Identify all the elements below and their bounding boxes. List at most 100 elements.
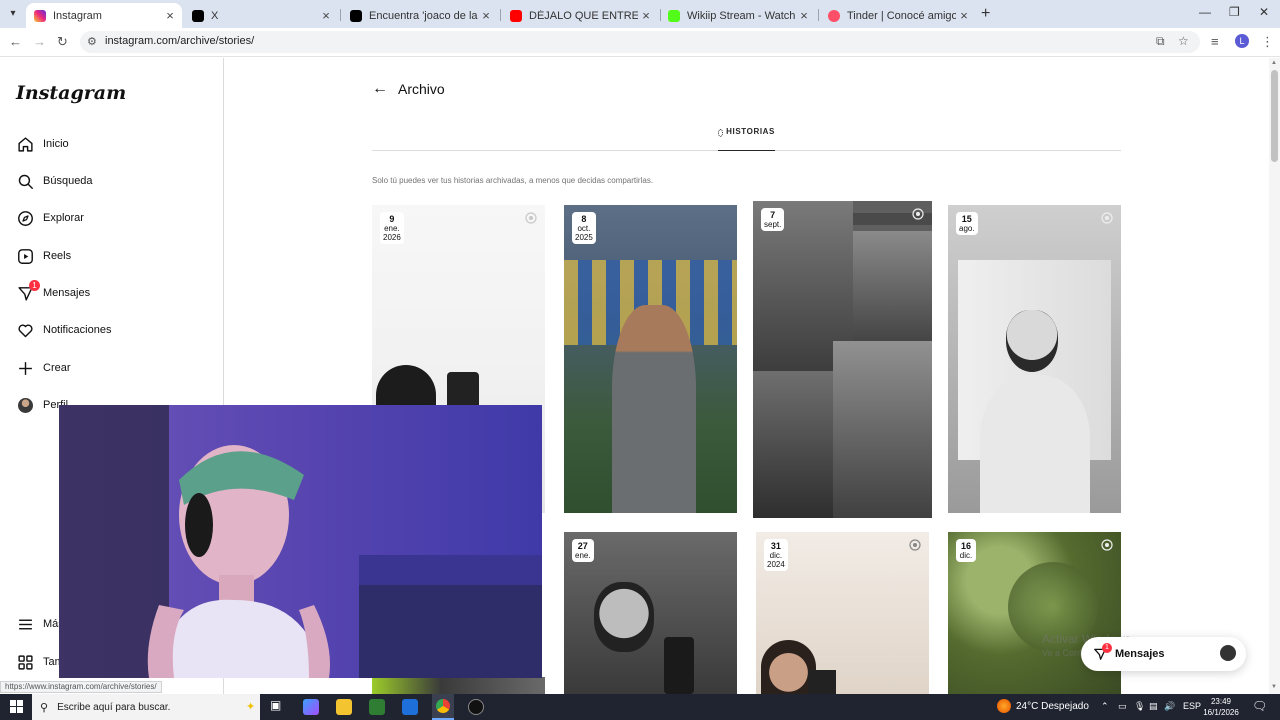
story-date-badge: 31 dic. 2024 <box>764 539 788 571</box>
messages-label: Mensajes <box>1115 648 1165 660</box>
webcam-video-image <box>59 405 542 678</box>
highlight-icon <box>1101 212 1113 224</box>
sidebar-item-inicio[interactable]: Inicio <box>16 132 69 156</box>
story-date-badge: 16 dic. <box>956 539 976 562</box>
language-indicator[interactable]: ESP <box>1183 701 1201 711</box>
close-icon[interactable]: × <box>638 8 654 23</box>
scroll-up-icon[interactable]: ▲ <box>1271 60 1277 66</box>
address-bar[interactable]: ⚙ instagram.com/archive/stories/ ⧉ ☆ <box>80 31 1200 53</box>
close-icon[interactable]: × <box>318 8 334 23</box>
network-icon[interactable]: ▤ <box>1149 701 1158 712</box>
file-explorer-icon[interactable] <box>336 699 352 715</box>
notifications-icon[interactable]: 🗨 <box>1252 699 1267 713</box>
notification-badge: 1 <box>29 280 40 291</box>
tray-chevron-icon[interactable]: ⌃ <box>1101 701 1109 712</box>
scroll-down-icon[interactable]: ▼ <box>1271 684 1277 690</box>
url-text[interactable]: instagram.com/archive/stories/ <box>105 35 254 47</box>
forward-icon[interactable]: → <box>33 34 46 49</box>
story-tile[interactable]: 27 ene. <box>564 532 737 694</box>
tab-historias[interactable]: HISTORIAS <box>718 127 775 151</box>
obs-icon[interactable] <box>468 699 484 715</box>
close-icon[interactable]: × <box>162 8 178 23</box>
sidebar-item-explorar[interactable]: Explorar <box>16 206 84 230</box>
browser-tab[interactable]: Instagram × <box>26 3 182 28</box>
browser-tab[interactable]: X × <box>184 3 338 28</box>
plus-icon <box>16 359 34 377</box>
close-window-icon[interactable]: ✕ <box>1259 5 1269 19</box>
browser-tab-strip: ▾ Instagram × X × Encuentra 'joaco de la… <box>0 0 1280 28</box>
browser-tab[interactable]: Wikiip Stream - Watch Live on × <box>660 3 816 28</box>
tab-divider <box>340 9 341 21</box>
close-icon[interactable]: × <box>478 8 494 23</box>
profile-avatar[interactable]: L <box>1235 34 1249 48</box>
tab-search-chevron-icon[interactable]: ▾ <box>4 5 22 23</box>
site-settings-icon[interactable]: ⚙ <box>87 35 97 48</box>
sidebar-item-reels[interactable]: Reels <box>16 244 71 268</box>
archive-header: ← Archivo <box>372 80 445 98</box>
close-icon[interactable]: × <box>956 8 972 23</box>
mail-icon[interactable] <box>402 699 418 715</box>
tab-label: HISTORIAS <box>726 127 775 136</box>
story-tile[interactable] <box>372 677 545 694</box>
story-tile[interactable]: 7 sept. <box>753 201 932 518</box>
minimize-icon[interactable]: — <box>1199 5 1211 19</box>
store-icon[interactable] <box>369 699 385 715</box>
reload-icon[interactable]: ↻ <box>57 34 68 50</box>
sidebar-item-label: Reels <box>43 250 72 262</box>
restore-icon[interactable]: ❐ <box>1229 5 1240 19</box>
weather-text[interactable]: 24°C Despejado <box>1016 701 1089 712</box>
sidebar-item-busqueda[interactable]: Búsqueda <box>16 169 93 193</box>
sidebar-item-crear[interactable]: Crear <box>16 356 71 380</box>
notification-badge: 1 <box>1102 643 1112 653</box>
scrollbar-thumb[interactable] <box>1271 70 1278 162</box>
more-menu-icon[interactable]: ⋮ <box>1261 34 1274 50</box>
story-photo <box>853 231 932 341</box>
sidebar-item-label: Crear <box>43 362 71 374</box>
new-tab-button[interactable]: + <box>981 5 990 23</box>
story-photo <box>808 670 836 694</box>
avatar <box>16 396 34 414</box>
tab-divider <box>500 9 501 21</box>
story-date-badge: 7 sept. <box>761 208 785 231</box>
back-arrow-icon[interactable]: ← <box>372 80 388 98</box>
instagram-logo[interactable]: Instagram <box>16 82 126 104</box>
messenger-icon: 1 <box>1093 643 1112 661</box>
media-controls-icon[interactable]: ≡ <box>1211 34 1219 49</box>
chrome-taskbar-button[interactable] <box>432 694 454 720</box>
browser-tab[interactable]: Tinder | Conocé amigos y gente × <box>820 3 976 28</box>
install-app-icon[interactable]: ⧉ <box>1156 34 1165 49</box>
archive-info-text: Solo tú puedes ver tus historias archiva… <box>372 176 654 185</box>
close-icon[interactable]: × <box>796 8 812 23</box>
browser-tab[interactable]: DÉJALO QUE ENTRE - Elian G ( × <box>502 3 658 28</box>
story-tile[interactable]: 15 ago. <box>948 205 1121 513</box>
taskbar-clock[interactable]: 23:49 16/1/2026 <box>1200 696 1242 718</box>
story-tile[interactable]: 31 dic. 2024 <box>756 532 929 694</box>
back-icon[interactable]: ← <box>9 34 22 49</box>
sidebar-item-notificaciones[interactable]: Notificaciones <box>16 318 111 342</box>
story-date-badge: 8 oct. 2025 <box>572 212 596 244</box>
copilot-icon[interactable] <box>303 699 319 715</box>
story-date-badge: 9 ene. 2026 <box>380 212 404 244</box>
story-photo <box>833 341 932 518</box>
browser-tab[interactable]: Encuentra 'joaco de la rosa tem × <box>342 3 498 28</box>
story-photo <box>664 637 694 694</box>
story-photo <box>1006 310 1058 372</box>
highlight-icon <box>912 208 924 220</box>
sidebar-item-mensajes[interactable]: 1 Mensajes <box>16 280 90 305</box>
compass-icon <box>16 209 34 227</box>
page-title: Archivo <box>398 81 445 97</box>
bookmark-star-icon[interactable]: ☆ <box>1178 34 1189 48</box>
windows-start-icon[interactable] <box>10 700 23 718</box>
microphone-icon[interactable]: 🎙 <box>1134 701 1145 712</box>
tab-divider <box>818 9 819 21</box>
story-tile[interactable]: 8 oct. 2025 <box>564 205 737 513</box>
messages-floating-button[interactable]: 1 Mensajes <box>1081 637 1246 671</box>
sidebar-item-label: Búsqueda <box>43 175 93 187</box>
taskbar-search-box[interactable]: ⚲ Escribe aquí para buscar. ✦ <box>32 694 260 720</box>
tray-app-icon[interactable]: ▭ <box>1118 701 1127 712</box>
sidebar-item-mas[interactable]: Más <box>16 612 64 636</box>
story-photo <box>753 371 833 518</box>
search-placeholder: Escribe aquí para buscar. <box>57 701 171 713</box>
task-view-icon[interactable]: ▣ <box>270 698 286 714</box>
volume-icon[interactable]: 🔊 <box>1164 701 1175 712</box>
